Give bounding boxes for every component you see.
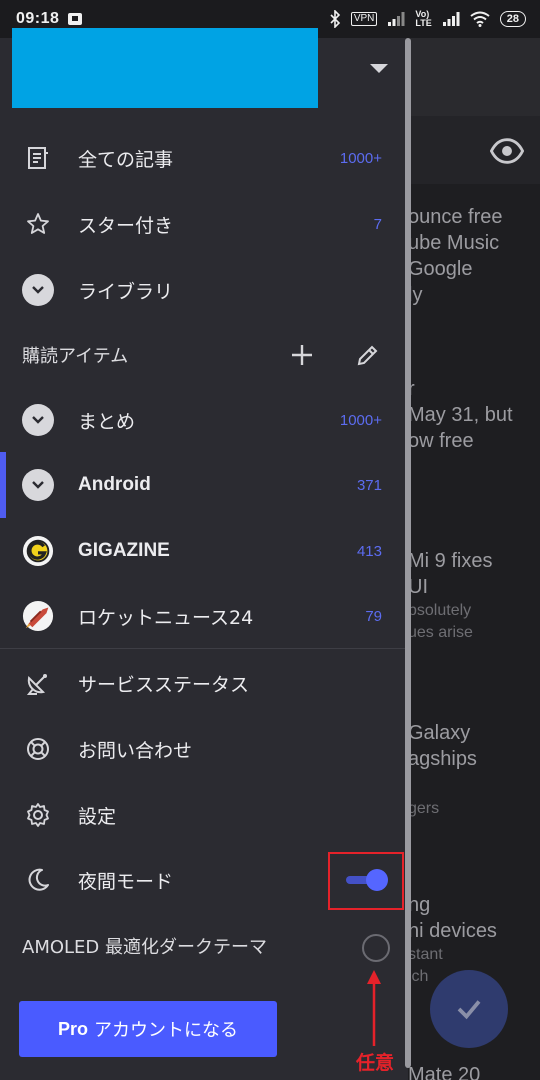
satellite-dish-icon [22,667,54,699]
feed-label: まとめ [78,410,136,433]
amoled-label: AMOLED 最適化ダークテーマ [22,937,267,958]
feed-item-rocketnews24[interactable]: ロケットニュース24 79 [0,583,408,649]
volte-indicator: Vo) LTE [415,9,432,28]
unread-count: 1000+ [339,149,382,167]
chevron-down-icon[interactable] [22,404,54,436]
drawer-item-label: スター付き [78,214,174,237]
check-icon [457,1000,481,1020]
drawer-divider [0,648,408,649]
annotation-arrow-icon [367,970,381,1046]
drawer-item-service-status[interactable]: サービスステータス [0,650,408,716]
drawer-item-label: お問い合わせ [78,739,193,762]
signal-icon [388,12,405,26]
feed-label: ロケットニュース24 [78,606,254,629]
drawer-scrollbar[interactable] [405,38,411,1068]
dropdown-arrow-icon[interactable] [368,62,390,76]
drawer-item-label: ライブラリ [78,280,174,303]
battery-indicator: 28 [499,11,526,27]
drawer-item-contact[interactable]: お問い合わせ [0,716,408,782]
vpn-indicator: VPN [350,12,378,26]
pro-upgrade-button[interactable]: Pro アカウントになる [19,1001,277,1057]
mark-read-fab[interactable] [430,970,508,1048]
chevron-down-icon[interactable] [22,469,54,501]
feed-item-gigazine[interactable]: GIGAZINE 413 [0,518,408,584]
unread-count: 7 [373,215,382,233]
unread-count: 1000+ [339,411,382,429]
feed-item-matome[interactable]: まとめ 1000+ [0,387,408,453]
article-snippet[interactable]: Mi 9 fixes UI [408,548,540,600]
drawer-item-label: 夜間モード [78,870,174,893]
feed-item-android[interactable]: Android 371 [0,452,408,518]
unread-count: 371 [356,476,382,494]
drawer-item-label: 設定 [78,805,117,828]
account-header[interactable] [0,28,408,118]
articles-icon [22,142,54,174]
subscriptions-header: 購読アイテム [0,322,408,388]
bluetooth-icon [330,10,340,28]
lifebuoy-icon [22,733,54,765]
gigazine-logo [22,535,54,567]
drawer-item-label: サービスステータス [78,673,250,696]
star-icon [22,208,54,240]
annotation-label: 任意 [356,1052,395,1074]
amoled-radio[interactable] [362,934,390,962]
account-banner [12,28,318,108]
drawer-item-starred[interactable]: スター付き 7 [0,191,408,257]
notification-icon [68,13,83,25]
article-snippet[interactable]: ng ni devices [408,892,540,944]
feed-label: Android [78,474,151,495]
wifi-icon [470,11,490,27]
navigation-drawer: 全ての記事 1000+ スター付き 7 ライブラリ 購読アイテム まとめ 100… [0,28,408,1080]
subscriptions-label: 購読アイテム [22,346,129,367]
drawer-item-all-articles[interactable]: 全ての記事 1000+ [0,125,408,191]
app-header-background [410,38,540,116]
edit-icon[interactable] [356,343,380,367]
article-snippet[interactable]: ounce free ube Music Google ly [408,204,540,308]
feed-label: GIGAZINE [78,540,170,561]
drawer-item-label: 全ての記事 [78,148,174,171]
pro-button-prefix: Pro [57,1018,88,1039]
article-snippet[interactable]: Galaxy agships [408,720,540,772]
unread-count: 413 [356,542,382,560]
status-time: 09:18 [16,10,60,27]
signal-icon [442,12,460,26]
unread-count: 79 [365,607,382,625]
rocket-icon [22,600,54,632]
article-snippet[interactable]: r May 31, but ow free [408,376,540,454]
article-snippet: bsolutely ues arise [408,602,473,641]
drawer-item-amoled-theme[interactable]: AMOLED 最適化ダークテーマ [0,913,408,979]
article-snippet[interactable]: Mate 20 [408,1062,540,1080]
pro-button-label: アカウントになる [94,1020,238,1041]
add-icon[interactable] [290,343,314,367]
chevron-down-icon[interactable] [22,274,54,306]
drawer-item-settings[interactable]: 設定 [0,782,408,848]
list-toolbar [410,116,540,184]
gear-icon [22,799,54,831]
annotation-highlight-box [328,852,404,910]
moon-icon [22,864,54,896]
drawer-item-library[interactable]: ライブラリ [0,257,408,323]
article-snippet: gers [408,800,440,817]
eye-icon[interactable] [490,134,524,168]
